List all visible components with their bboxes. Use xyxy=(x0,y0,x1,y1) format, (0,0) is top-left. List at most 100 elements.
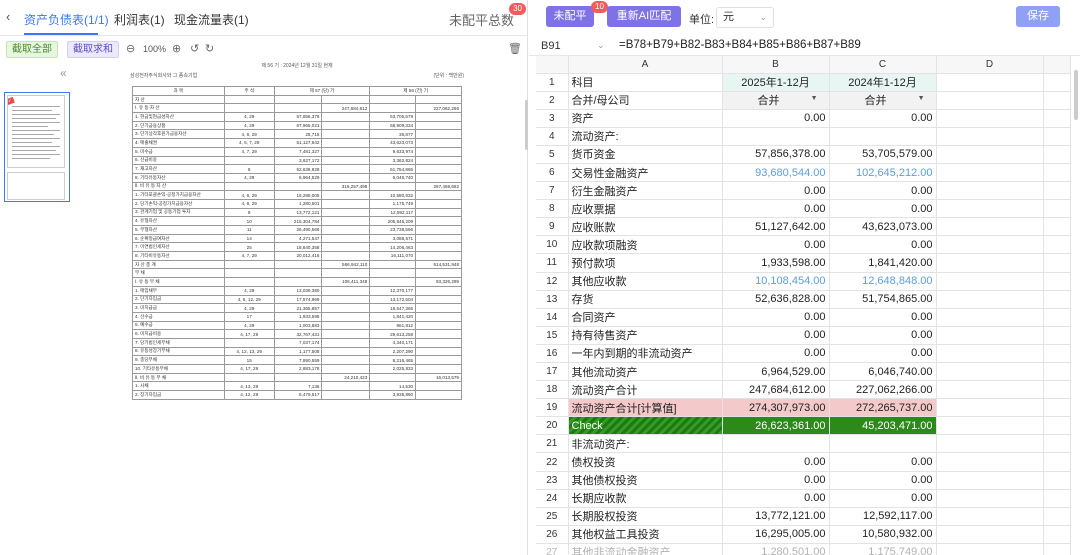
cell-c[interactable] xyxy=(829,127,937,146)
cell-d[interactable] xyxy=(936,91,1044,110)
cell-e[interactable] xyxy=(1043,471,1071,490)
cell-c[interactable]: 0.00 xyxy=(829,181,937,201)
cell-c[interactable]: 0.00 xyxy=(829,199,937,219)
cell-a[interactable]: 科目 xyxy=(568,73,723,92)
row-header[interactable]: 11 xyxy=(536,253,569,273)
cell-e[interactable] xyxy=(1043,308,1071,327)
cell-c[interactable]: 0.00 xyxy=(829,326,937,345)
cell-c[interactable]: 6,046,740.00 xyxy=(829,362,937,382)
spreadsheet-scrollbar[interactable] xyxy=(1074,70,1078,120)
trash-icon[interactable]: 🗑 xyxy=(508,42,522,55)
cell-d[interactable] xyxy=(936,109,1044,128)
cell-b[interactable] xyxy=(722,434,830,454)
column-header-b[interactable]: B xyxy=(722,56,830,74)
row-header[interactable]: 5 xyxy=(536,145,569,164)
cell-e[interactable] xyxy=(1043,398,1071,418)
cell-e[interactable] xyxy=(1043,272,1071,291)
cell-a[interactable]: 其他流动资产 xyxy=(568,362,723,382)
cell-d[interactable] xyxy=(936,181,1044,201)
cell-e[interactable] xyxy=(1043,452,1071,472)
column-header-e[interactable] xyxy=(1043,56,1071,74)
cell-b[interactable]: 0.00 xyxy=(722,326,830,345)
column-header-a[interactable]: A xyxy=(568,56,723,74)
cell-b[interactable]: 0.00 xyxy=(722,452,830,472)
cell-e[interactable] xyxy=(1043,73,1071,92)
cell-a[interactable]: 其他应收款 xyxy=(568,272,723,291)
cell-b[interactable] xyxy=(722,127,830,146)
cell-c[interactable]: 0.00 xyxy=(829,308,937,327)
cell-b[interactable]: 247,684,612.00 xyxy=(722,380,830,400)
cell-c[interactable]: 0.00 xyxy=(829,471,937,490)
cell-d[interactable] xyxy=(936,416,1044,436)
cell-a[interactable]: 非流动资产: xyxy=(568,434,723,454)
cell-a[interactable]: 资产 xyxy=(568,109,723,128)
cell-c[interactable]: 43,623,073.00 xyxy=(829,217,937,237)
cell-b[interactable]: 0.00 xyxy=(722,344,830,364)
cell-b[interactable]: 52,636,828.00 xyxy=(722,290,830,309)
cell-c[interactable]: 0.00 xyxy=(829,452,937,472)
cell-a[interactable]: 流动资产: xyxy=(568,127,723,146)
cell-c[interactable]: 272,265,737.00 xyxy=(829,398,937,418)
row-header[interactable]: 9 xyxy=(536,217,569,237)
cell-a[interactable]: 交易性金融资产 xyxy=(568,163,723,183)
cell-c[interactable]: 51,754,865.00 xyxy=(829,290,937,309)
rotate-left-icon[interactable]: ↺ xyxy=(190,42,199,55)
row-header[interactable]: 19 xyxy=(536,398,569,418)
cell-b[interactable]: 0.00 xyxy=(722,235,830,255)
row-header[interactable]: 24 xyxy=(536,489,569,508)
cell-c[interactable]: 12,592,117.00 xyxy=(829,507,937,526)
cell-d[interactable] xyxy=(936,525,1044,544)
cell-d[interactable] xyxy=(936,235,1044,255)
chevron-down-icon[interactable]: ⌄ xyxy=(597,40,605,51)
cell-c[interactable]: 1,175,749.00 xyxy=(829,543,937,555)
unbalanced-total-label[interactable]: 未配平总数 xyxy=(449,10,514,29)
cell-e[interactable] xyxy=(1043,163,1071,183)
cell-a[interactable]: 合同资产 xyxy=(568,308,723,327)
page-thumbnail-2[interactable] xyxy=(7,172,65,200)
cell-b[interactable]: 26,623,361.00 xyxy=(722,416,830,436)
row-header[interactable]: 15 xyxy=(536,326,569,345)
cell-b[interactable]: 2025年1-12月 xyxy=(722,73,830,92)
cell-a[interactable]: 货币资金 xyxy=(568,145,723,164)
row-header[interactable]: 6 xyxy=(536,163,569,183)
row-header[interactable]: 22 xyxy=(536,452,569,472)
collapse-thumbnails-icon[interactable]: « xyxy=(60,66,67,80)
cell-b-select[interactable]: 合并 ▼ xyxy=(722,91,830,110)
cell-e[interactable] xyxy=(1043,199,1071,219)
cell-b[interactable]: 6,964,529.00 xyxy=(722,362,830,382)
cell-e[interactable] xyxy=(1043,344,1071,364)
cell-b[interactable]: 13,772,121.00 xyxy=(722,507,830,526)
cell-a[interactable]: 持有待售资产 xyxy=(568,326,723,345)
row-header[interactable]: 13 xyxy=(536,290,569,309)
row-header[interactable]: 8 xyxy=(536,199,569,219)
row-header[interactable]: 2 xyxy=(536,91,569,110)
cell-b[interactable]: 1,933,598.00 xyxy=(722,253,830,273)
cell-e[interactable] xyxy=(1043,434,1071,454)
cell-d[interactable] xyxy=(936,127,1044,146)
cell-d[interactable] xyxy=(936,290,1044,309)
cell-d[interactable] xyxy=(936,163,1044,183)
cell-a[interactable]: 其他非流动金融资产 xyxy=(568,543,723,555)
cell-a[interactable]: 一年内到期的非流动资产 xyxy=(568,344,723,364)
cell-a[interactable]: 流动资产合计[计算值] xyxy=(568,398,723,418)
row-header[interactable]: 18 xyxy=(536,380,569,400)
cell-a[interactable]: 合并/母公司 xyxy=(568,91,723,110)
capture-all-button[interactable]: 截取全部 xyxy=(6,41,58,58)
cell-d[interactable] xyxy=(936,434,1044,454)
row-header[interactable]: 10 xyxy=(536,235,569,255)
cell-e[interactable] xyxy=(1043,489,1071,508)
row-header[interactable]: 12 xyxy=(536,272,569,291)
zoom-in-icon[interactable]: ⊕ xyxy=(172,42,181,55)
cell-c[interactable]: 0.00 xyxy=(829,489,937,508)
cell-a[interactable]: 衍生金融资产 xyxy=(568,181,723,201)
cell-d[interactable] xyxy=(936,326,1044,345)
row-header[interactable]: 23 xyxy=(536,471,569,490)
cell-a[interactable]: 长期股权投资 xyxy=(568,507,723,526)
cell-d[interactable] xyxy=(936,73,1044,92)
cell-e[interactable] xyxy=(1043,543,1071,555)
row-header[interactable]: 1 xyxy=(536,73,569,92)
row-header[interactable]: 7 xyxy=(536,181,569,201)
cell-d[interactable] xyxy=(936,452,1044,472)
cell-e[interactable] xyxy=(1043,362,1071,382)
cell-a[interactable]: 流动资产合计 xyxy=(568,380,723,400)
